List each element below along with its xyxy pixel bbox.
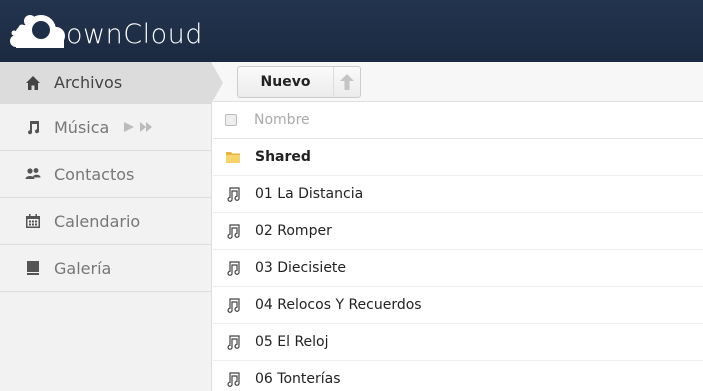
audio-file-icon [224, 259, 242, 277]
sidebar-item-contactos[interactable]: Contactos [0, 151, 211, 198]
play-icon[interactable] [123, 121, 135, 133]
file-row[interactable]: 01 La Distancia [213, 176, 703, 213]
controls-bar: Nuevo [213, 62, 703, 102]
file-name[interactable]: 06 Tonterías [255, 371, 341, 387]
sidebar: Archivos Música Contactos Calendario Gal… [0, 62, 223, 391]
audio-file-icon [224, 333, 242, 351]
folder-row[interactable]: Shared [213, 139, 703, 176]
new-button-group: Nuevo [237, 66, 361, 98]
sidebar-item-label: Música [54, 117, 110, 137]
sidebar-item-archivos[interactable]: Archivos [0, 62, 223, 104]
gallery-icon [24, 259, 42, 277]
file-name[interactable]: 01 La Distancia [255, 186, 363, 202]
home-icon [24, 74, 42, 92]
file-name[interactable]: 05 El Reloj [255, 334, 329, 350]
file-name[interactable]: Shared [255, 149, 311, 165]
file-list-header: Nombre [213, 102, 703, 139]
logo-wordmark: ownCloud [66, 18, 203, 50]
header-bar: ownCloud [0, 0, 703, 62]
calendar-icon [24, 212, 42, 230]
next-icon[interactable] [139, 121, 153, 133]
music-icon [24, 118, 42, 136]
cloud-logo-icon [8, 8, 70, 54]
sidebar-item-calendario[interactable]: Calendario [0, 198, 211, 245]
file-name[interactable]: 02 Romper [255, 223, 332, 239]
file-name[interactable]: 03 Diecisiete [255, 260, 346, 276]
upload-arrow-icon [340, 74, 354, 90]
contacts-icon [24, 165, 42, 183]
file-name[interactable]: 04 Relocos Y Recuerdos [255, 297, 422, 313]
upload-button[interactable] [334, 67, 360, 97]
audio-file-icon [224, 370, 242, 388]
column-name-header[interactable]: Nombre [254, 112, 310, 128]
file-row[interactable]: 02 Romper [213, 213, 703, 250]
audio-file-icon [224, 296, 242, 314]
file-row[interactable]: 05 El Reloj [213, 324, 703, 361]
sidebar-item-label: Contactos [54, 164, 135, 184]
sidebar-item-label: Galería [54, 258, 112, 278]
sidebar-item-musica[interactable]: Música [0, 104, 211, 151]
file-list: Nombre Shared 01 La Distancia 02 Romper 03 … [213, 102, 703, 391]
folder-icon [224, 148, 242, 166]
audio-file-icon [224, 222, 242, 240]
sidebar-item-label: Archivos [54, 73, 123, 92]
sidebar-item-label: Calendario [54, 211, 141, 231]
file-row[interactable]: 04 Relocos Y Recuerdos [213, 287, 703, 324]
audio-file-icon [224, 185, 242, 203]
player-controls [123, 121, 153, 133]
owncloud-logo[interactable]: ownCloud [8, 6, 203, 56]
file-row[interactable]: 06 Tonterías [213, 361, 703, 391]
new-button[interactable]: Nuevo [238, 67, 334, 97]
file-row[interactable]: 03 Diecisiete [213, 250, 703, 287]
file-rows: Shared 01 La Distancia 02 Romper 03 Diecisi… [213, 139, 703, 391]
sidebar-item-galeria[interactable]: Galería [0, 245, 211, 292]
select-all-checkbox[interactable] [225, 114, 237, 126]
